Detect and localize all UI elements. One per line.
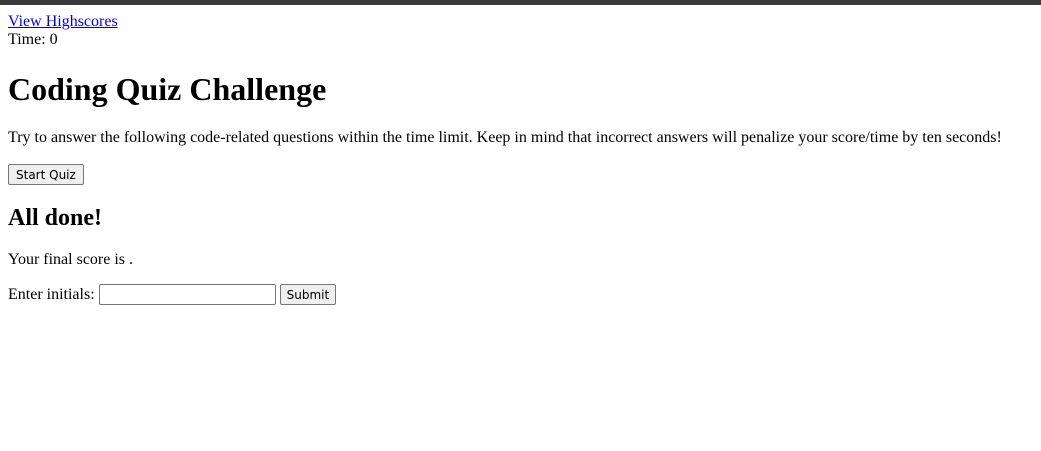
browser-top-bar (0, 0, 1041, 5)
submit-button[interactable]: Submit (279, 284, 337, 305)
initials-input[interactable] (98, 284, 276, 305)
final-score-text: Your final score is . (8, 251, 134, 268)
timer: Time: 0 (8, 31, 1033, 49)
timer-label: Time: (8, 31, 50, 48)
view-highscores-link[interactable]: View Highscores (8, 13, 1033, 31)
intro-text: Try to answer the following code-related… (8, 129, 1002, 146)
page-title: Coding Quiz Challenge (8, 71, 327, 107)
initials-label: Enter initials: (8, 285, 95, 303)
start-quiz-button[interactable]: Start Quiz (8, 164, 84, 185)
all-done-heading: All done! (8, 205, 103, 231)
page-content: View Highscores Time: 0 Coding Quiz Chal… (8, 13, 1033, 305)
timer-value: 0 (49, 31, 58, 48)
initials-form: Enter initials: Submit (8, 284, 337, 305)
